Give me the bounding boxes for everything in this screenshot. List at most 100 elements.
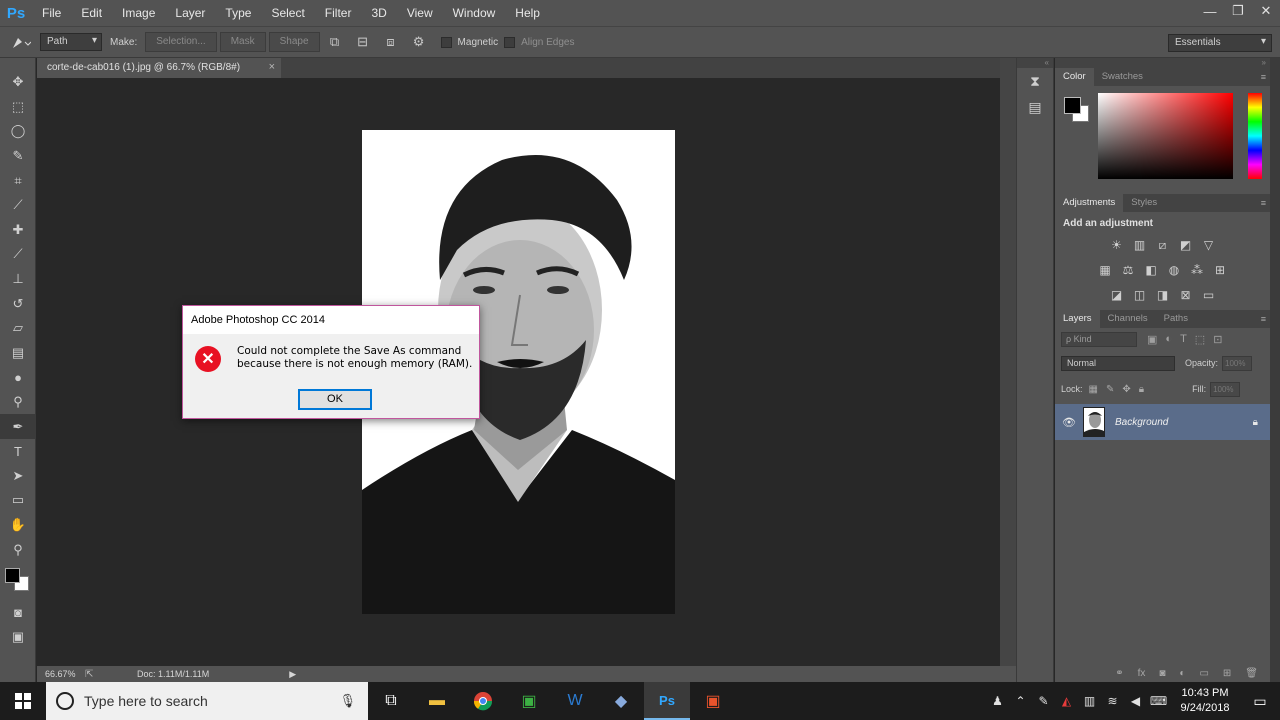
- align-edges-checkbox[interactable]: [504, 36, 516, 48]
- close-button[interactable]: ✕: [1252, 0, 1280, 22]
- zoom-tool-icon[interactable]: ⚲: [0, 537, 36, 562]
- tab-color[interactable]: Color: [1055, 68, 1094, 86]
- dodge-tool-icon[interactable]: ⚲: [0, 390, 36, 415]
- new-layer-icon[interactable]: ⊞: [1223, 668, 1231, 679]
- move-tool-icon[interactable]: ✥: [0, 70, 36, 95]
- pixel-layer-filter-icon[interactable]: ▣: [1147, 333, 1157, 346]
- path-arrangement-icon[interactable]: ⧈: [379, 32, 403, 52]
- ok-button[interactable]: OK: [298, 389, 372, 410]
- menu-select[interactable]: Select: [261, 0, 314, 26]
- curves-icon[interactable]: ⧄: [1153, 234, 1172, 256]
- path-operations-icon[interactable]: ⧉: [323, 32, 347, 52]
- lock-transparent-icon[interactable]: ▦: [1089, 384, 1098, 395]
- network-icon[interactable]: ▥: [1078, 694, 1101, 708]
- channel-mixer-icon[interactable]: ⁂: [1188, 259, 1207, 281]
- quick-mask-icon[interactable]: ◙: [0, 600, 36, 625]
- menu-3d[interactable]: 3D: [361, 0, 396, 26]
- hue-saturation-icon[interactable]: ▦: [1096, 259, 1115, 281]
- photoshop-logo[interactable]: Ps: [0, 0, 32, 26]
- vibrance-icon[interactable]: ▽: [1199, 234, 1218, 256]
- notifications-icon[interactable]: ▭: [1240, 693, 1280, 710]
- blend-mode-select[interactable]: Normal: [1061, 355, 1175, 371]
- collapse-strip-arrow[interactable]: «: [1017, 58, 1053, 68]
- adjustment-layer-filter-icon[interactable]: ◐: [1165, 333, 1172, 346]
- taskbar-clock[interactable]: 10:43 PM 9/24/2018: [1170, 686, 1240, 716]
- link-layers-icon[interactable]: ⚭: [1115, 668, 1123, 679]
- type-tool-icon[interactable]: T: [0, 439, 36, 464]
- layer-kind-filter[interactable]: ρ Kind: [1061, 331, 1137, 347]
- panel-menu-icon[interactable]: ≡: [1261, 198, 1266, 208]
- threshold-icon[interactable]: ◨: [1153, 284, 1172, 306]
- foreground-color[interactable]: [5, 567, 20, 583]
- file-explorer-icon[interactable]: ▬: [414, 682, 460, 720]
- tab-channels[interactable]: Channels: [1100, 310, 1156, 328]
- close-document-icon[interactable]: ×: [269, 61, 275, 73]
- chrome-icon[interactable]: [460, 682, 506, 720]
- tool-preset-picker[interactable]: [0, 26, 40, 58]
- menu-layer[interactable]: Layer: [165, 0, 215, 26]
- taskbar-search[interactable]: Type here to search 🎙︎: [46, 682, 368, 720]
- history-brush-tool-icon[interactable]: ↺: [0, 291, 36, 316]
- show-hidden-icons[interactable]: ⌃: [1009, 694, 1032, 708]
- layer-row-background[interactable]: 👁︎ Background 🔒︎: [1055, 404, 1270, 440]
- layer-style-icon[interactable]: fx: [1138, 668, 1146, 679]
- menu-view[interactable]: View: [397, 0, 443, 26]
- tab-layers[interactable]: Layers: [1055, 310, 1100, 328]
- add-mask-icon[interactable]: ◙: [1159, 668, 1165, 679]
- gradient-tool-icon[interactable]: ▤: [0, 341, 36, 366]
- lock-pixels-icon[interactable]: ✎: [1106, 384, 1114, 395]
- menu-file[interactable]: File: [32, 0, 71, 26]
- photoshop-taskbar-icon[interactable]: Ps: [644, 682, 690, 720]
- color-lookup-icon[interactable]: ⊞: [1211, 259, 1230, 281]
- panel-menu-icon[interactable]: ≡: [1261, 72, 1266, 82]
- posterize-icon[interactable]: ◫: [1130, 284, 1149, 306]
- gradient-map-icon[interactable]: ▭: [1199, 284, 1218, 306]
- type-layer-filter-icon[interactable]: T: [1180, 333, 1187, 346]
- delete-layer-icon[interactable]: 🗑︎: [1245, 668, 1258, 679]
- path-selection-tool-icon[interactable]: ➤: [0, 464, 36, 489]
- task-view-icon[interactable]: ⧉: [368, 682, 414, 720]
- hand-tool-icon[interactable]: ✋: [0, 513, 36, 538]
- gear-icon[interactable]: ⚙: [407, 32, 431, 52]
- menu-image[interactable]: Image: [112, 0, 165, 26]
- share-icon[interactable]: ⇱: [85, 669, 99, 680]
- microphone-icon[interactable]: 🎙︎: [339, 693, 356, 709]
- wifi-icon[interactable]: ≋: [1101, 694, 1124, 708]
- quick-selection-tool-icon[interactable]: ✎: [0, 144, 36, 169]
- properties-panel-icon[interactable]: ▤: [1017, 94, 1053, 120]
- zoom-level[interactable]: 66.67%: [37, 669, 76, 679]
- menu-window[interactable]: Window: [443, 0, 506, 26]
- pen-tool-icon[interactable]: ✒: [0, 414, 36, 439]
- brightness-contrast-icon[interactable]: ☀: [1107, 234, 1126, 256]
- document-tab[interactable]: corte-de-cab016 (1).jpg @ 66.7% (RGB/8#)…: [37, 58, 281, 78]
- exposure-icon[interactable]: ◩: [1176, 234, 1195, 256]
- levels-icon[interactable]: ▥: [1130, 234, 1149, 256]
- make-selection-button[interactable]: Selection...: [145, 32, 217, 52]
- menu-edit[interactable]: Edit: [71, 0, 112, 26]
- healing-brush-tool-icon[interactable]: ✚: [0, 218, 36, 243]
- language-icon[interactable]: ⌨: [1147, 694, 1170, 708]
- status-menu-arrow[interactable]: ▶: [289, 669, 296, 680]
- rectangle-tool-icon[interactable]: ▭: [0, 488, 36, 513]
- black-white-icon[interactable]: ◧: [1142, 259, 1161, 281]
- clone-stamp-tool-icon[interactable]: ⊥: [0, 267, 36, 292]
- opacity-input[interactable]: 100%: [1222, 355, 1253, 371]
- tab-swatches[interactable]: Swatches: [1094, 68, 1151, 86]
- shape-layer-filter-icon[interactable]: ⬚: [1195, 333, 1205, 346]
- lock-position-icon[interactable]: ✥: [1122, 384, 1130, 395]
- photo-filter-icon[interactable]: ◍: [1165, 259, 1184, 281]
- collapse-panels-arrow[interactable]: »: [1055, 58, 1270, 68]
- marquee-tool-icon[interactable]: ⬚: [0, 95, 36, 120]
- tab-paths[interactable]: Paths: [1156, 310, 1196, 328]
- color-swatches[interactable]: [0, 562, 36, 600]
- camtasia-recorder-icon[interactable]: ▣: [690, 682, 736, 720]
- start-button[interactable]: [0, 682, 46, 720]
- volume-icon[interactable]: ◀︎: [1124, 694, 1147, 708]
- hue-slider[interactable]: [1248, 93, 1262, 179]
- people-icon[interactable]: ♟: [986, 694, 1009, 708]
- brush-tool-icon[interactable]: ⟋: [0, 242, 36, 267]
- tab-styles[interactable]: Styles: [1123, 194, 1165, 212]
- make-shape-button[interactable]: Shape: [268, 32, 320, 52]
- menu-help[interactable]: Help: [505, 0, 550, 26]
- crop-tool-icon[interactable]: ⌗: [0, 168, 36, 193]
